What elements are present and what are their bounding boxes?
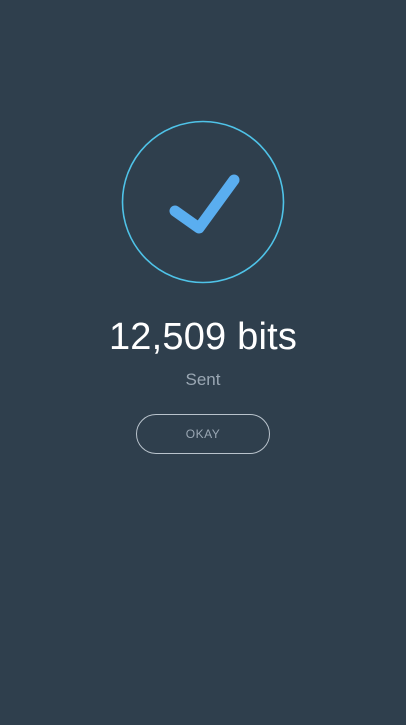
success-checkmark-icon	[121, 120, 285, 284]
okay-button[interactable]: OKAY	[136, 414, 270, 454]
send-confirmation-screen: 12,509 bits Sent OKAY	[0, 0, 406, 725]
sent-amount: 12,509 bits	[108, 316, 298, 358]
success-ring-circle	[121, 120, 285, 284]
checkmark-circle-icon	[121, 120, 285, 284]
status-label: Sent	[185, 370, 221, 389]
checkmark-stroke	[169, 174, 240, 234]
